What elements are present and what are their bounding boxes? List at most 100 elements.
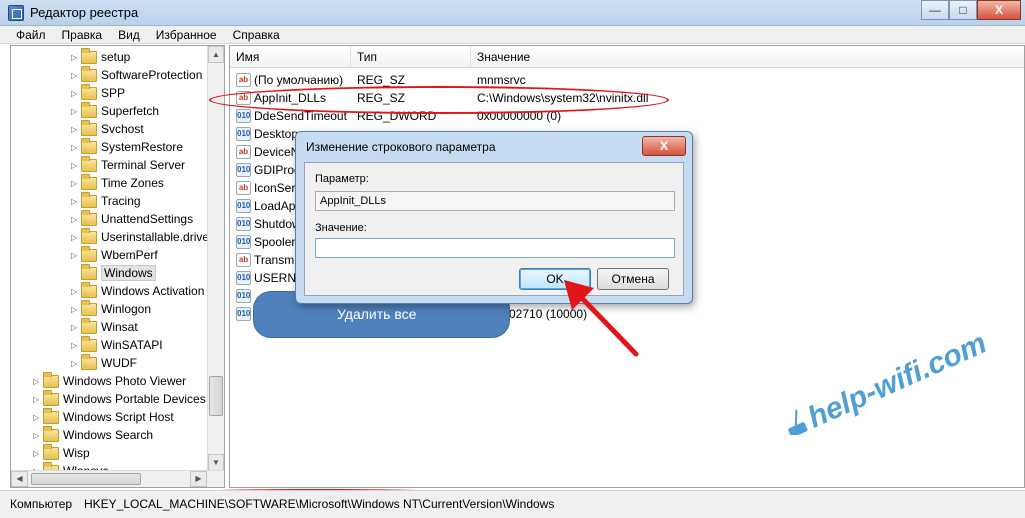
folder-icon <box>81 191 97 208</box>
tree-item[interactable]: Windows <box>71 263 156 282</box>
maximize-button[interactable]: □ <box>949 0 977 20</box>
expand-arrow-icon[interactable]: ▷ <box>71 71 81 80</box>
horizontal-scroll-thumb[interactable] <box>31 473 141 485</box>
tree-item[interactable]: ▷ Windows Portable Devices <box>33 389 206 408</box>
expand-arrow-icon[interactable]: ▷ <box>33 377 43 386</box>
expand-arrow-icon[interactable]: ▷ <box>71 341 81 350</box>
tree-item-label: Wisp <box>63 446 90 460</box>
value-name: Shutdow <box>254 217 301 231</box>
tree-item[interactable]: ▷ Windows Search <box>33 425 154 444</box>
folder-icon <box>81 101 97 118</box>
tree-item[interactable]: ▷ Terminal Server <box>71 155 185 174</box>
scroll-thumb[interactable] <box>209 376 223 416</box>
value-name: Transmi <box>254 253 297 267</box>
tree-item[interactable]: ▷ setup <box>71 47 130 66</box>
menu-favorites[interactable]: Избранное <box>148 26 225 43</box>
tree-item-label: WbemPerf <box>101 248 158 262</box>
expand-arrow-icon[interactable]: ▷ <box>71 323 81 332</box>
menu-view[interactable]: Вид <box>110 26 148 43</box>
expand-arrow-icon[interactable]: ▷ <box>71 251 81 260</box>
menu-file[interactable]: Файл <box>8 26 54 43</box>
tree-item[interactable]: ▷ WUDF <box>71 353 137 372</box>
tree-item[interactable]: ▷ Superfetch <box>71 101 159 120</box>
tree-item[interactable]: ▷ SPP <box>71 83 125 102</box>
value-name: Desktop <box>254 127 299 141</box>
tree-item[interactable]: ▷ Time Zones <box>71 173 164 192</box>
tree-item[interactable]: ▷ Windows Activation <box>71 281 204 300</box>
binary-value-icon: 010 <box>236 307 251 321</box>
tree-item-label: Winsat <box>101 320 138 334</box>
tree-item[interactable]: ▷ SoftwareProtection <box>71 65 203 84</box>
close-button[interactable]: X <box>977 0 1021 20</box>
tree-item-label: Windows Script Host <box>63 410 174 424</box>
expand-arrow-icon[interactable]: ▷ <box>71 287 81 296</box>
param-name-field: AppInit_DLLs <box>315 191 675 211</box>
tree-item-label: Time Zones <box>101 176 164 190</box>
expand-arrow-icon[interactable]: ▷ <box>71 143 81 152</box>
column-value-header[interactable]: Значение <box>471 46 1024 68</box>
expand-arrow-icon[interactable]: ▷ <box>71 161 81 170</box>
menu-edit[interactable]: Правка <box>54 26 111 43</box>
tree-item-label: SoftwareProtection <box>101 68 203 82</box>
menu-help[interactable]: Справка <box>225 26 288 43</box>
expand-arrow-icon[interactable]: ▷ <box>33 449 43 458</box>
tree-item[interactable]: ▷ Windows Script Host <box>33 407 174 426</box>
tree-item[interactable]: ▷ Windows Photo Viewer <box>33 371 186 390</box>
tree-item[interactable]: ▷ WinSATAPI <box>71 335 163 354</box>
tree-horizontal-scrollbar[interactable]: ◀ ▶ <box>11 470 224 487</box>
dialog-close-button[interactable]: X <box>642 136 686 156</box>
value-data-input[interactable] <box>315 238 675 258</box>
expand-arrow-icon[interactable]: ▷ <box>71 107 81 116</box>
expand-arrow-icon[interactable]: ▷ <box>71 179 81 188</box>
folder-icon <box>43 389 59 406</box>
scroll-up-arrow-icon[interactable]: ▲ <box>208 46 224 63</box>
expand-arrow-icon[interactable]: ▷ <box>71 89 81 98</box>
binary-value-icon: 010 <box>236 109 251 123</box>
value-data: mnmsrvc <box>477 73 526 87</box>
watermark-text: help-wifi.com <box>803 327 992 435</box>
tree-item[interactable]: ▷ UnattendSettings <box>71 209 193 228</box>
expand-arrow-icon[interactable]: ▷ <box>71 197 81 206</box>
tree-item[interactable]: ▷ Svchost <box>71 119 144 138</box>
expand-arrow-icon[interactable]: ▷ <box>33 395 43 404</box>
folder-icon <box>81 281 97 298</box>
tree-item-label: Windows Search <box>63 428 154 442</box>
folder-icon <box>43 371 59 388</box>
tree-item[interactable]: ▷ SystemRestore <box>71 137 183 156</box>
expand-arrow-icon[interactable]: ▷ <box>71 359 81 368</box>
expand-arrow-icon[interactable]: ▷ <box>71 233 81 242</box>
tree-vertical-scrollbar[interactable]: ▲ ▼ <box>207 46 224 471</box>
string-value-icon: ab <box>236 253 251 267</box>
expand-arrow-icon[interactable]: ▷ <box>71 305 81 314</box>
scroll-left-arrow-icon[interactable]: ◀ <box>11 471 28 487</box>
folder-icon <box>81 83 97 100</box>
tree-item[interactable]: ▷ Tracing <box>71 191 141 210</box>
folder-icon <box>43 425 59 442</box>
binary-value-icon: 010 <box>236 199 251 213</box>
tree-item[interactable]: ▷ Winlogon <box>71 299 151 318</box>
tree-item[interactable]: ▷ Userinstallable.drive <box>71 227 209 246</box>
registry-app-icon <box>8 5 24 21</box>
tree-item[interactable]: ▷ Wisp <box>33 443 90 462</box>
column-name-header[interactable]: Имя <box>230 46 351 68</box>
folder-icon <box>81 299 97 316</box>
expand-arrow-icon[interactable]: ▷ <box>71 125 81 134</box>
menu-bar: Файл Правка Вид Избранное Справка <box>0 26 1025 44</box>
minimize-button[interactable]: — <box>921 0 949 20</box>
folder-icon <box>81 245 97 262</box>
expand-arrow-icon[interactable]: ▷ <box>33 431 43 440</box>
folder-icon <box>81 335 97 352</box>
tree-item[interactable]: ▷ WbemPerf <box>71 245 158 264</box>
column-type-header[interactable]: Тип <box>351 46 471 68</box>
scroll-right-arrow-icon[interactable]: ▶ <box>190 471 207 487</box>
binary-value-icon: 010 <box>236 289 251 303</box>
expand-arrow-icon[interactable]: ▷ <box>71 215 81 224</box>
expand-arrow-icon[interactable]: ▷ <box>71 53 81 62</box>
folder-icon <box>81 155 97 172</box>
folder-icon <box>81 227 97 244</box>
scroll-down-arrow-icon[interactable]: ▼ <box>208 454 224 471</box>
expand-arrow-icon[interactable]: ▷ <box>33 413 43 422</box>
status-bar: Компьютер HKEY_LOCAL_MACHINE\SOFTWARE\Mi… <box>0 490 1025 518</box>
tree-item[interactable]: ▷ Winsat <box>71 317 138 336</box>
registry-tree[interactable]: ▷ setup ▷ SoftwareProtection ▷ SPP ▷ Superfetch… <box>10 45 225 488</box>
